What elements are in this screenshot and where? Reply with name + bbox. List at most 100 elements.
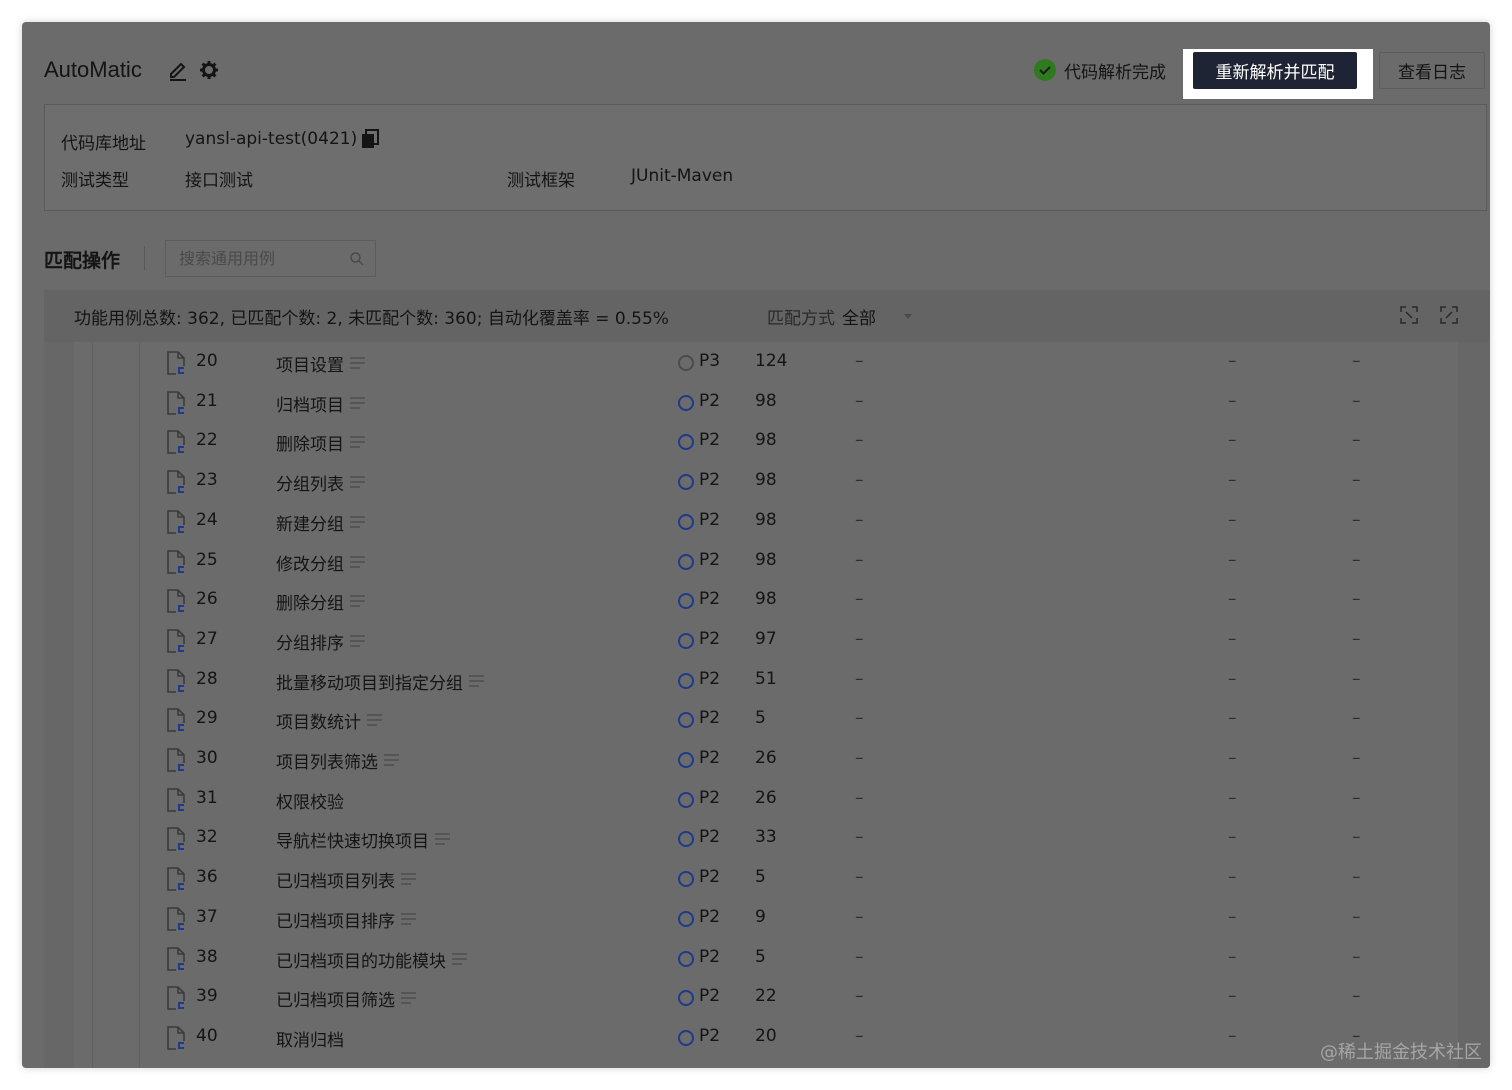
table-row[interactable]: 32 导航栏快速切换项目 P2 33 – – – (44, 819, 1490, 859)
cell-empty: – (1228, 827, 1237, 848)
cell-empty: – (855, 906, 864, 927)
case-name[interactable]: 新建分组 (276, 510, 344, 535)
priority-indicator-icon (678, 910, 694, 927)
description-icon[interactable] (350, 594, 365, 608)
table-row[interactable]: 21 归档项目 P2 98 – – – (44, 383, 1490, 423)
case-name[interactable]: 删除分组 (276, 589, 344, 614)
case-id: 38 (196, 946, 218, 967)
case-name[interactable]: 权限校验 (276, 788, 344, 813)
case-id: 40 (196, 1025, 218, 1046)
case-name[interactable]: 分组排序 (276, 629, 344, 654)
case-id: 26 (196, 589, 218, 610)
app-window: AutoMatic 代码解析完成 重新解析并匹配 查看日志 代码库地址 yans… (22, 22, 1490, 1068)
pencil-icon[interactable] (167, 59, 189, 81)
table-row[interactable]: 27 分组排序 P2 97 – – – (44, 621, 1490, 661)
description-icon[interactable] (401, 912, 416, 926)
cell-empty: – (855, 470, 864, 491)
file-code-icon (167, 748, 186, 772)
case-count: 5 (755, 708, 766, 729)
case-priority: P2 (699, 509, 721, 530)
description-icon[interactable] (350, 515, 365, 529)
description-icon[interactable] (435, 832, 450, 846)
description-icon[interactable] (452, 952, 467, 966)
cell-empty: – (1352, 867, 1361, 888)
case-name[interactable]: 项目列表筛选 (276, 748, 378, 773)
cell-empty: – (1228, 390, 1237, 411)
description-icon[interactable] (350, 475, 365, 489)
table-row[interactable]: 36 已归档项目列表 P2 5 – – – (44, 859, 1490, 899)
description-icon[interactable] (401, 991, 416, 1005)
description-icon[interactable] (350, 396, 365, 410)
table-row[interactable]: 31 权限校验 P2 26 – – – (44, 780, 1490, 820)
description-icon[interactable] (367, 713, 382, 727)
cell-empty: – (1352, 708, 1361, 729)
case-id: 37 (196, 906, 218, 927)
case-name[interactable]: 修改分组 (276, 550, 344, 575)
description-icon[interactable] (350, 555, 365, 569)
cell-empty: – (1228, 748, 1237, 768)
table-row[interactable]: 39 已归档项目筛选 P2 22 – – – (44, 978, 1490, 1018)
search-input[interactable] (166, 241, 346, 276)
reparse-match-button[interactable]: 重新解析并匹配 (1193, 52, 1357, 89)
case-name[interactable]: 项目数统计 (276, 708, 361, 733)
table-row[interactable]: 26 删除分组 P2 98 – – – (44, 581, 1490, 621)
table-row[interactable]: 22 删除项目 P2 98 – – – (44, 422, 1490, 462)
project-title: AutoMatic (44, 57, 142, 82)
case-name[interactable]: 取消归档 (276, 1026, 344, 1051)
case-name[interactable]: 导航栏快速切换项目 (276, 827, 429, 852)
framework-label: 测试框架 (507, 171, 575, 191)
search-icon[interactable] (349, 251, 365, 267)
priority-indicator-icon (678, 355, 694, 371)
case-name[interactable]: 已归档项目列表 (276, 867, 395, 892)
cell-empty: – (1352, 351, 1361, 371)
case-id: 36 (196, 867, 218, 888)
table-row[interactable]: 25 修改分组 P2 98 – – – (44, 542, 1490, 582)
case-name[interactable]: 删除项目 (276, 430, 344, 455)
description-icon[interactable] (401, 872, 416, 886)
case-id: 29 (196, 708, 218, 729)
case-count: 33 (755, 827, 777, 848)
collapse-icon[interactable] (1438, 304, 1460, 326)
match-mode-select[interactable]: 全部 (842, 304, 876, 329)
case-name[interactable]: 分组列表 (276, 470, 344, 495)
cell-empty: – (1228, 430, 1237, 451)
table-row[interactable]: 37 已归档项目排序 P2 9 – – – (44, 899, 1490, 939)
table-row[interactable]: 40 取消归档 P2 20– – – (44, 1018, 1490, 1058)
table-row[interactable]: 38 已归档项目的功能模块 P2 5 – – – (44, 939, 1490, 979)
case-name[interactable]: 项目设置 (276, 351, 344, 376)
case-count: 98 (755, 390, 777, 411)
cell-empty: – (1352, 906, 1361, 927)
case-name[interactable]: 批量移动项目到指定分组 (276, 669, 463, 694)
table-row[interactable]: 20 项目设置 P3 124 – – – (44, 343, 1490, 383)
case-name[interactable]: 归档项目 (276, 391, 344, 416)
copy-icon[interactable] (361, 129, 379, 149)
table-row[interactable]: 30 项目列表筛选 P2 26 – – – (44, 740, 1490, 780)
expand-icon[interactable] (1398, 304, 1420, 326)
description-icon[interactable] (350, 356, 365, 370)
case-name[interactable]: 已归档项目排序 (276, 907, 395, 932)
case-priority: P2 (699, 589, 721, 610)
description-icon[interactable] (384, 753, 399, 767)
file-code-icon (167, 589, 186, 614)
table-row[interactable]: 29 项目数统计 P2 5 – – – (44, 700, 1490, 740)
priority-indicator-icon (678, 553, 694, 570)
file-code-icon (167, 430, 186, 455)
description-icon[interactable] (350, 435, 365, 449)
priority-indicator-icon (678, 712, 694, 729)
file-code-icon (167, 1026, 186, 1050)
view-log-button[interactable]: 查看日志 (1379, 52, 1485, 89)
description-icon[interactable] (350, 634, 365, 648)
cell-empty: – (855, 628, 864, 649)
case-name[interactable]: 已归档项目的功能模块 (276, 947, 446, 972)
description-icon[interactable] (469, 674, 484, 688)
chevron-down-icon[interactable] (904, 314, 912, 319)
gear-icon[interactable] (198, 59, 220, 81)
table-row[interactable]: 28 批量移动项目到指定分组 P2 51 – – – (44, 661, 1490, 701)
priority-indicator-icon (678, 672, 694, 689)
case-name[interactable]: 已归档项目筛选 (276, 986, 395, 1011)
table-row[interactable]: 23 分组列表 P2 98 – – – (44, 462, 1490, 502)
cell-empty: – (1228, 628, 1237, 649)
case-id: 39 (196, 986, 218, 1007)
table-row[interactable]: 24 新建分组 P2 98 – – – (44, 502, 1490, 542)
case-priority: P2 (699, 1025, 721, 1046)
